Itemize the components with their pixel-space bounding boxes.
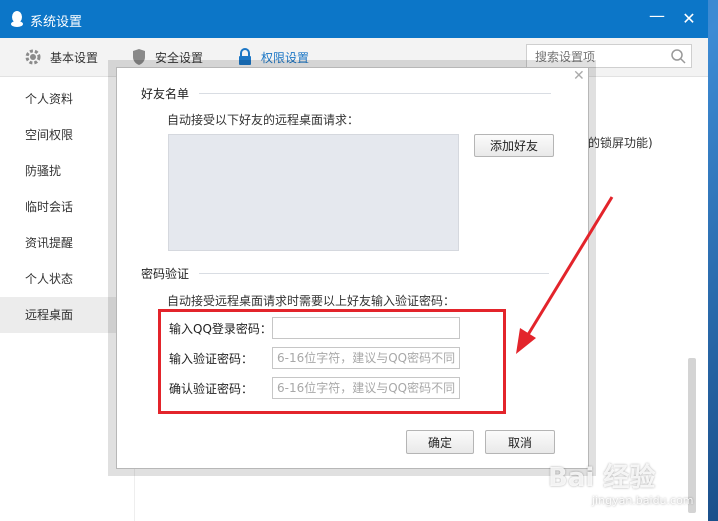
- window-title: 系统设置: [30, 15, 83, 30]
- password-section-title: 密码验证: [141, 265, 550, 282]
- section-divider: [199, 273, 550, 274]
- dialog-close-icon[interactable]: ✕: [573, 68, 585, 84]
- friend-list-box[interactable]: [168, 134, 459, 251]
- password-heading: 密码验证: [141, 267, 190, 281]
- content-scrollbar[interactable]: [688, 358, 696, 513]
- minimize-button[interactable]: —: [648, 6, 666, 25]
- ok-button[interactable]: 确定: [406, 430, 474, 454]
- gear-icon: [25, 49, 41, 65]
- baidu-watermark-logo: Bai 经验: [548, 463, 656, 493]
- friend-list-heading: 好友名单: [141, 87, 190, 101]
- tab-basic-settings[interactable]: 基本设置: [24, 48, 98, 66]
- add-friend-button[interactable]: 添加好友: [474, 134, 554, 157]
- baidu-watermark-url: jingyan.baidu.com: [592, 494, 694, 507]
- friend-list-section-title: 好友名单: [141, 85, 552, 102]
- friend-list-description: 自动接受以下好友的远程桌面请求：: [167, 113, 360, 127]
- annotation-highlight-box: [158, 309, 506, 414]
- cancel-button[interactable]: 取消: [485, 430, 555, 454]
- section-divider: [199, 93, 552, 94]
- tab-basic-settings-label: 基本设置: [50, 50, 99, 65]
- close-window-button[interactable]: ✕: [680, 9, 698, 28]
- background-content-text: 的锁屏功能): [588, 136, 653, 150]
- qq-penguin-icon: [11, 11, 23, 27]
- search-icon[interactable]: [670, 48, 686, 64]
- password-description: 自动接受远程桌面请求时需要以上好友输入验证密码：: [167, 294, 456, 308]
- title-bar: 系统设置 — ✕: [0, 0, 708, 38]
